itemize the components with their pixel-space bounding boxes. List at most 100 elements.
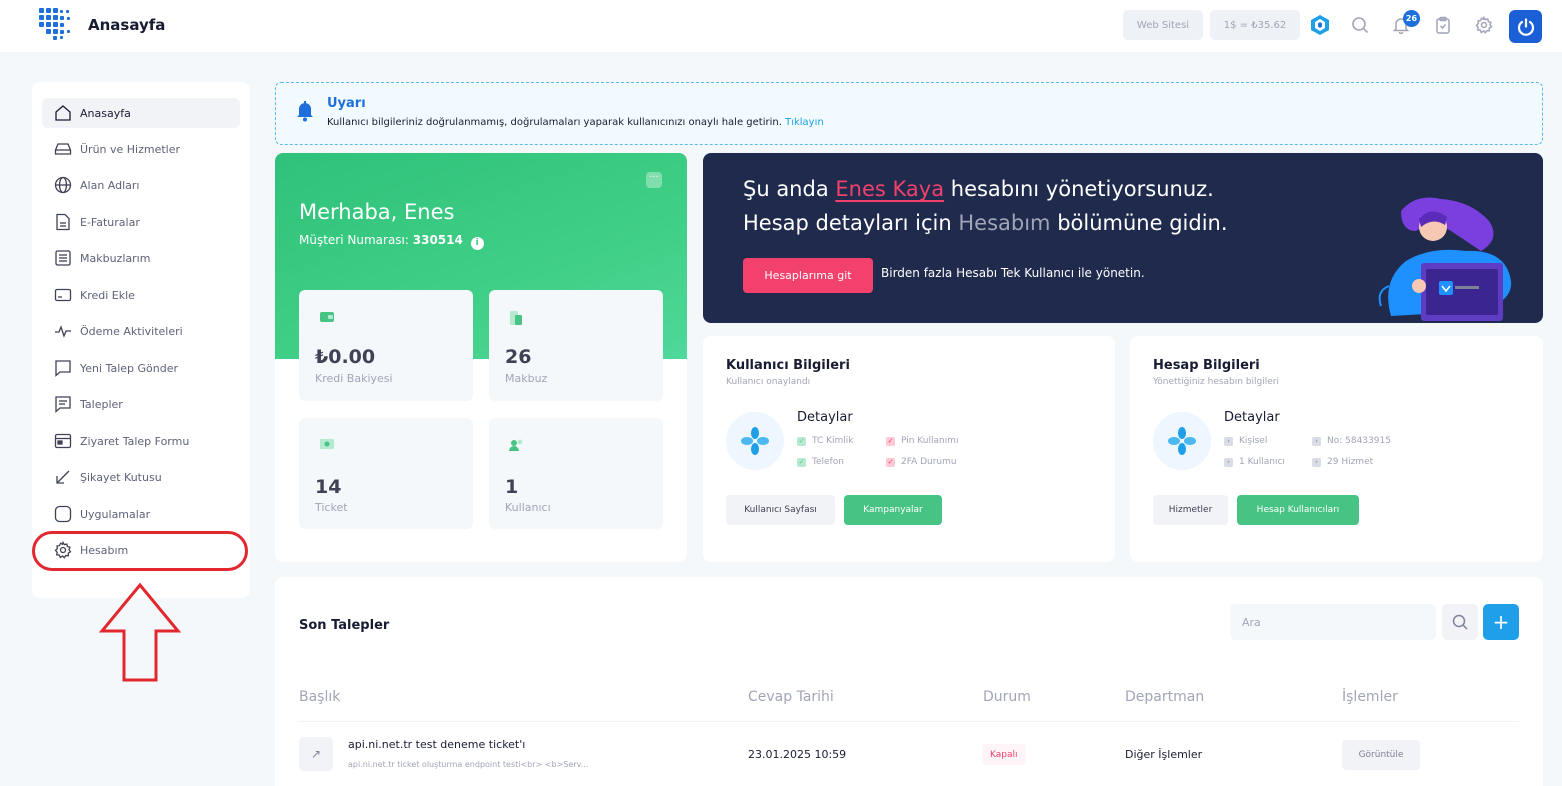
settings-gear-icon[interactable] [1473,14,1495,36]
sidebar-item-label: Uygulamalar [80,507,151,521]
my-accounts-button[interactable]: Hesaplarıma git [743,258,873,293]
sidebar-item-talepler[interactable]: Talepler [42,389,240,419]
sidebar-item-label: Anasayfa [80,106,131,120]
credit-card-icon [54,288,72,302]
stat-card-ticket[interactable]: 14 Ticket [299,418,473,529]
highlight-oval [32,531,248,571]
stat-label: Kredi Bakiyesi [315,372,393,385]
check-icon: ✓ [886,457,895,467]
sidebar-item-sikayet-kutusu[interactable]: Şikayet Kutusu [42,462,240,492]
sidebar-item-ziyaret-talep[interactable]: Ziyaret Talep Formu [42,426,240,456]
add-ticket-button[interactable]: + [1483,604,1519,640]
sidebar-item-odeme-aktiviteleri[interactable]: Ödeme Aktiviteleri [42,316,240,346]
sidebar-item-label: Makbuzlarım [80,251,151,265]
detail-label: 2FA Durumu [901,457,957,467]
ticket-date: 23.01.2025 10:59 [748,748,847,761]
campaigns-button[interactable]: Kampanyalar [844,495,942,525]
detail-service-count: › 29 Hizmet [1312,457,1373,467]
flower-logo-icon [726,412,784,470]
more-options-button[interactable]: ··· [646,172,662,188]
wallet-icon [320,312,334,322]
user-page-button[interactable]: Kullanıcı Sayfası [726,495,835,525]
search-button[interactable] [1442,604,1478,640]
globe-icon [54,176,72,194]
currency-rate-button[interactable]: 1$ = ₺35.62 [1210,10,1300,40]
sidebar-item-e-faturalar[interactable]: E-Faturalar [42,207,240,237]
greeting: Merhaba, Enes [299,200,455,224]
column-header: Departman [1125,689,1205,705]
check-icon: ✓ [886,436,895,446]
search-icon[interactable] [1349,14,1371,36]
detail-label: No: 58433915 [1327,436,1391,446]
stat-value: 1 [505,476,519,498]
invoice-icon [56,213,70,231]
card-title: Kullanıcı Bilgileri [726,358,850,373]
ticket-search-input[interactable]: Ara [1230,604,1436,640]
services-button[interactable]: Hizmetler [1153,495,1228,525]
alert-link[interactable]: Tıklayın [785,117,824,128]
arrow-down-left-icon [56,470,70,484]
detail-label: 1 Kullanıcı [1239,457,1285,467]
banner-line-2: Hesap detayları için Hesabım bölümüne gi… [743,211,1228,235]
person-laptop-illustration [1378,197,1512,321]
bell-alert-icon [297,101,313,122]
verification-alert: Uyarı Kullanıcı bilgileriniz doğrulanmam… [275,82,1543,145]
detail-user-count: › 1 Kullanıcı [1224,457,1285,467]
sidebar-item-label: Kredi Ekle [80,288,135,302]
calendar-icon [54,433,72,449]
money-icon [320,439,334,449]
sidebar-item-anasayfa[interactable]: Anasayfa [42,98,240,128]
brand-logo-icon[interactable] [39,8,75,42]
banner-text: bölümüne gidin. [1057,211,1228,235]
banner-text: Şu anda [743,177,829,201]
page-title: Anasayfa [88,16,166,34]
account-users-button[interactable]: Hesap Kullanıcıları [1237,495,1359,525]
customer-number: Müşteri Numarası: 330514 i [299,233,484,250]
clipboard-icon[interactable] [1432,14,1454,36]
power-logout-button[interactable] [1509,10,1542,43]
sidebar-item-yeni-talep[interactable]: Yeni Talep Gönder [42,353,240,383]
sidebar-item-label: Şikayet Kutusu [80,470,162,484]
sidebar-item-urun-hizmetler[interactable]: Ürün ve Hizmetler [42,134,240,164]
stat-card-receipt[interactable]: 26 Makbuz [489,290,663,401]
sidebar-item-label: Yeni Talep Gönder [80,361,178,375]
website-button[interactable]: Web Sitesi [1123,10,1203,40]
details-title: Detaylar [1224,410,1280,425]
info-icon[interactable]: i [470,237,484,250]
banner-text: Hesap detayları için [743,211,952,235]
banner-line-1: Şu anda Enes Kaya hesabını yönetiyorsunu… [743,177,1214,201]
account-info-card: Hesap Bilgileri Yönettiğiniz hesabın bil… [1130,336,1543,562]
building-icon [510,311,522,325]
sidebar-item-label: Ödeme Aktiviteleri [80,324,183,338]
stat-value: 26 [505,346,532,368]
sidebar-item-kredi-ekle[interactable]: Kredi Ekle [42,280,240,310]
sidebar-item-uygulamalar[interactable]: Uygulamalar [42,499,240,529]
divider [299,721,1519,722]
activity-icon [55,325,71,338]
detail-2fa: ✓ 2FA Durumu [886,457,957,467]
details-title: Detaylar [797,410,853,425]
user-info-card: Kullanıcı Bilgileri Kullanıcı onaylandı … [703,336,1115,562]
view-ticket-button[interactable]: Görüntüle [1342,740,1420,770]
home-icon [55,105,71,121]
top-header: Anasayfa Web Sitesi 1$ = ₺35.62 26 [0,0,1562,52]
sidebar-item-label: Alan Adları [80,178,140,192]
sidebar-item-makbuzlarim[interactable]: Makbuzlarım [42,243,240,273]
stat-card-user[interactable]: 1 Kullanıcı [489,418,663,529]
customer-number-label: Müşteri Numarası: [299,233,409,247]
sidebar: Anasayfa Ürün ve Hizmetler Alan Adları E… [32,82,250,598]
stat-label: Ticket [315,501,348,514]
banner-highlight: Hesabım [958,211,1051,235]
sidebar-item-label: Talepler [80,397,123,411]
search-icon [1452,614,1468,630]
column-header: Durum [983,689,1031,705]
detail-pin: ✓ Pin Kullanımı [886,436,958,446]
sidebar-item-alan-adlari[interactable]: Alan Adları [42,170,240,200]
card-subtitle: Kullanıcı onaylandı [726,377,811,387]
arrow-up-right-icon: ↗ [299,737,333,771]
stat-card-credit[interactable]: ₺0.00 Kredi Bakiyesi [299,290,473,401]
app-logo-icon[interactable] [1309,14,1331,36]
users-icon [509,439,523,451]
detail-account-type: › Kişisel [1224,436,1267,446]
ticket-title[interactable]: api.ni.net.tr test deneme ticket'ı [348,738,525,751]
